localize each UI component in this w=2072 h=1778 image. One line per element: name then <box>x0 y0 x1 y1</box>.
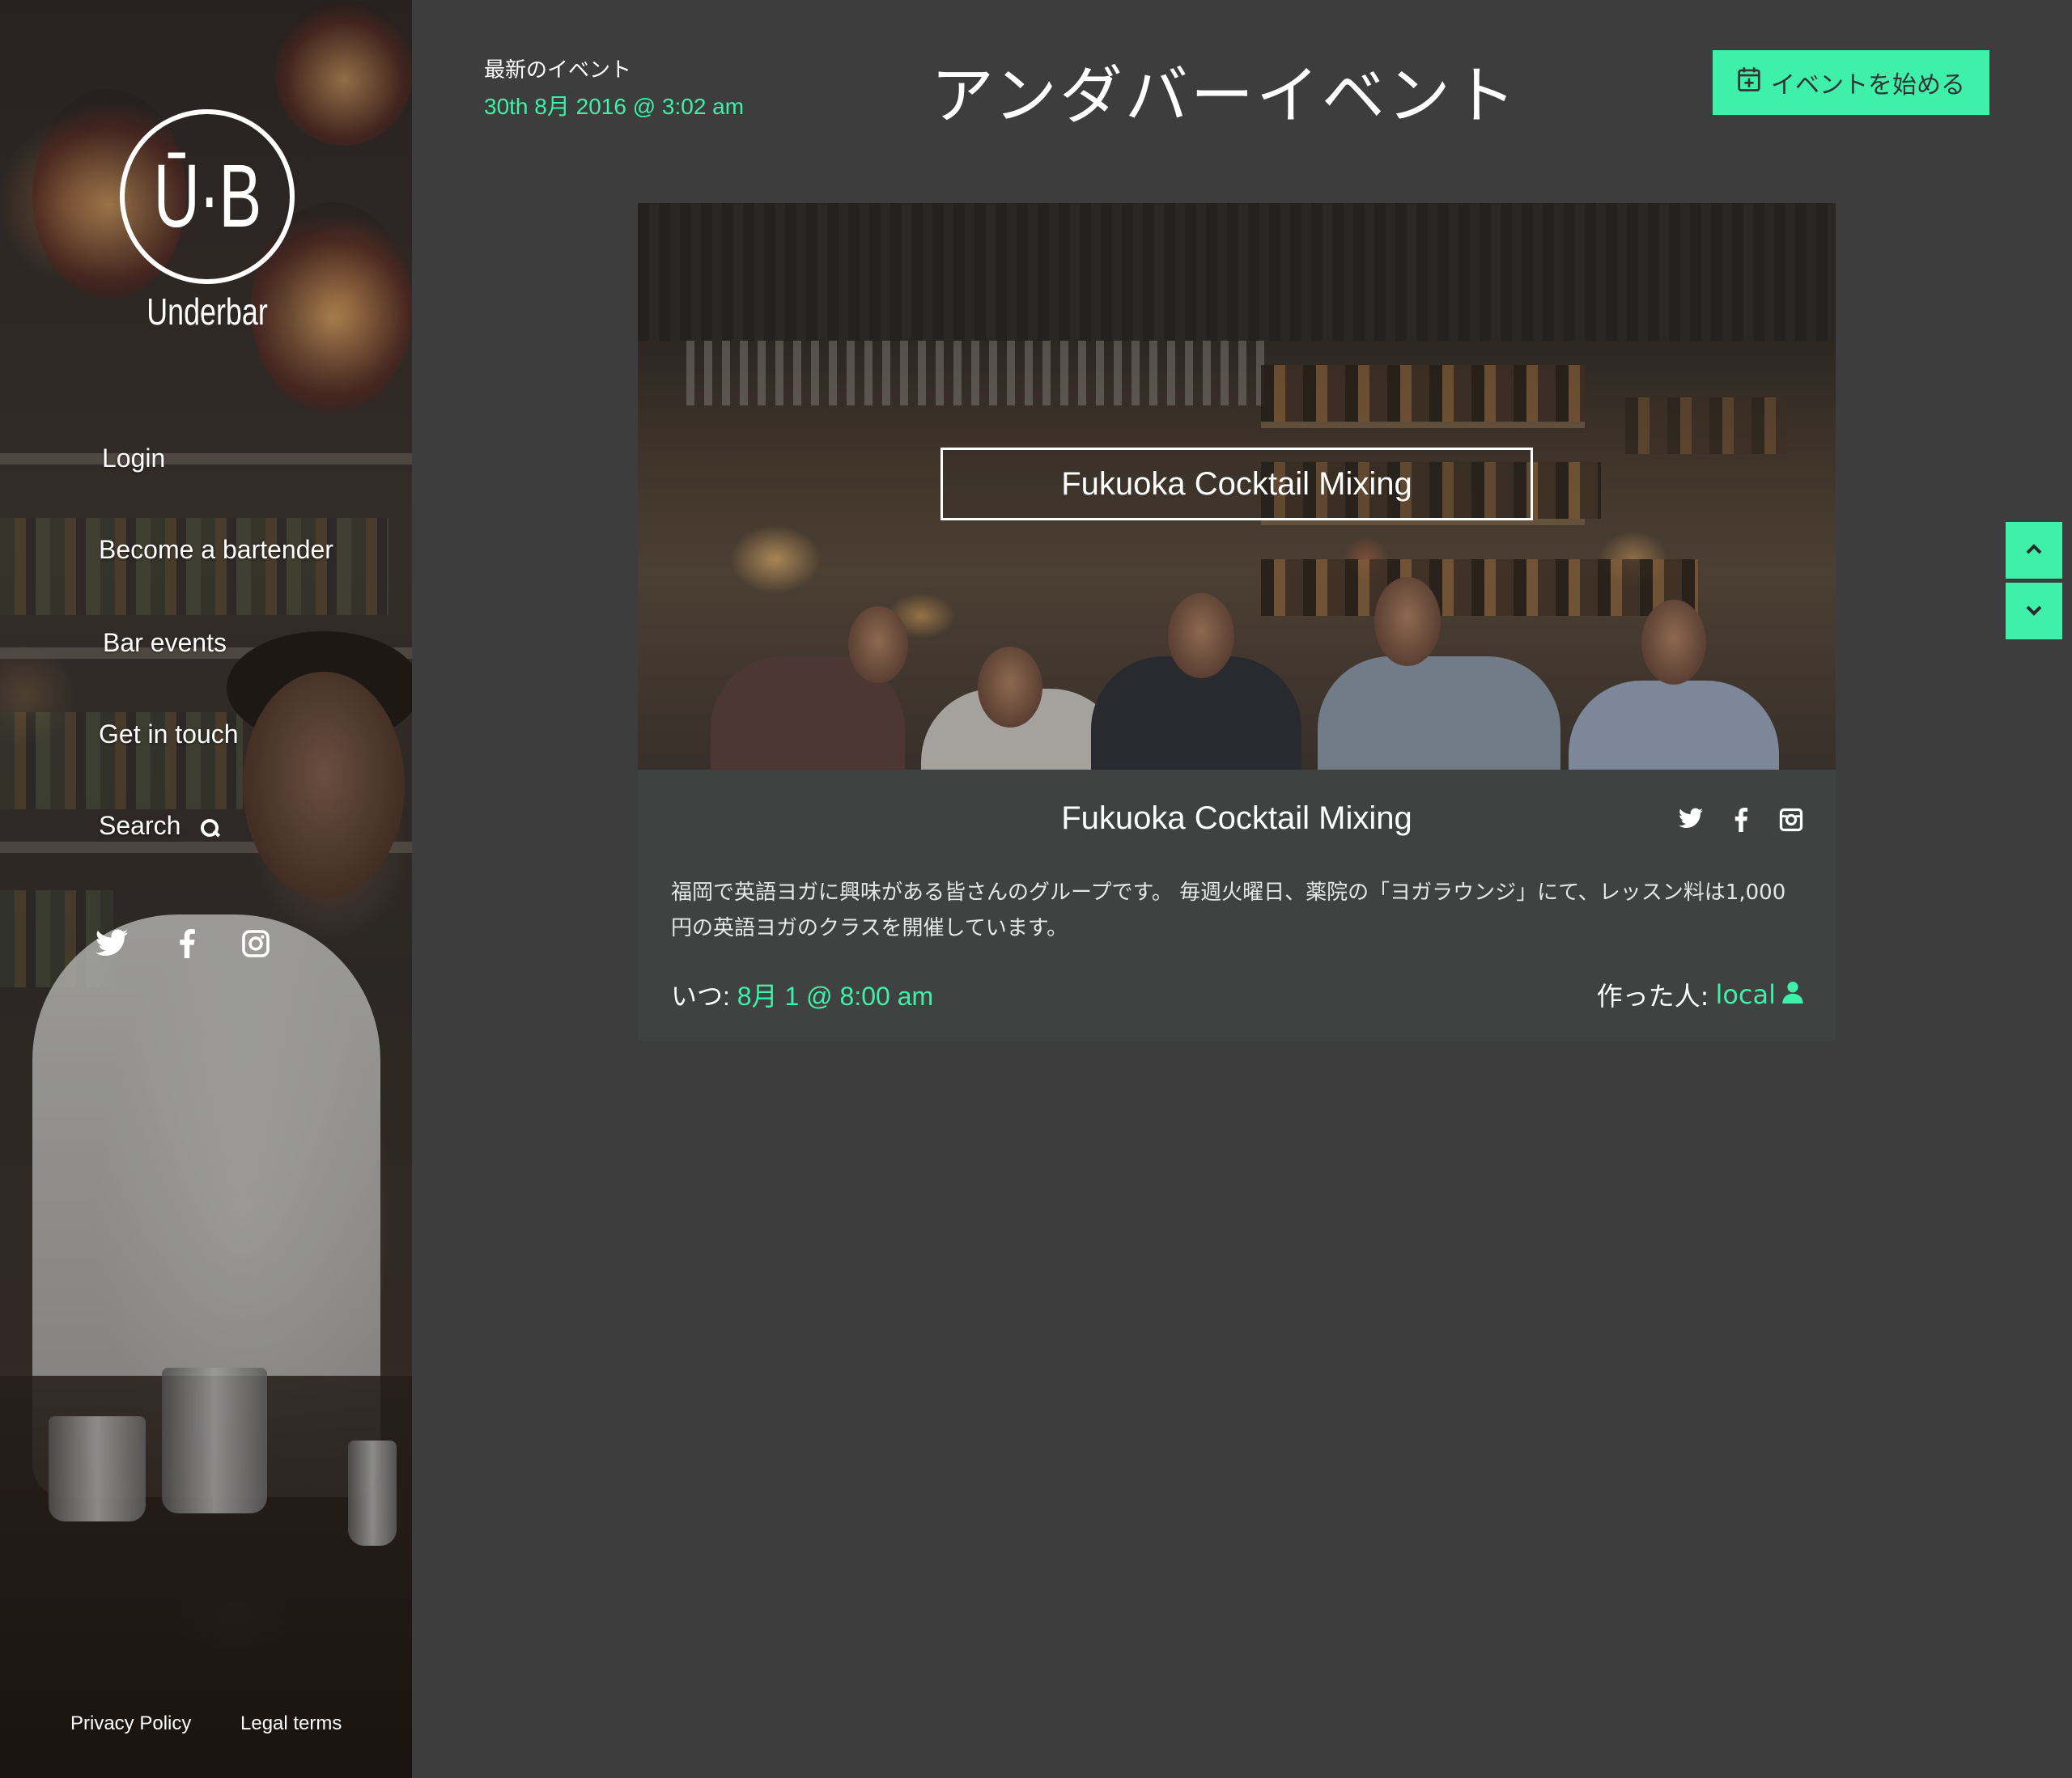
latest-event-label: 最新のイベント <box>484 58 632 83</box>
event-image-title: Fukuoka Cocktail Mixing <box>940 448 1533 520</box>
nav-become-bartender[interactable]: Become a bartender <box>99 535 333 565</box>
event-card: Fukuoka Cocktail Mixing Fukuoka Cocktail… <box>638 203 1836 1041</box>
nav-search-label: Search <box>99 811 181 840</box>
scroll-up-button[interactable] <box>2006 522 2062 579</box>
facebook-icon[interactable] <box>178 929 210 961</box>
nav-bar-events[interactable]: Bar events <box>103 628 227 658</box>
instagram-icon[interactable] <box>1779 808 1805 834</box>
event-when-label: いつ: <box>671 982 730 1011</box>
privacy-policy-link[interactable]: Privacy Policy <box>70 1712 191 1735</box>
twitter-icon[interactable] <box>96 929 128 961</box>
chevron-down-icon <box>2025 604 2043 619</box>
event-when: いつ: 8月 1 @ 8:00 am <box>671 976 933 1013</box>
start-event-button[interactable]: イベントを始める <box>1713 50 1989 115</box>
start-event-label: イベントを始める <box>1771 71 1965 100</box>
nav-get-in-touch[interactable]: Get in touch <box>99 719 239 749</box>
event-title[interactable]: Fukuoka Cocktail Mixing <box>638 800 1836 837</box>
user-icon <box>1782 979 1803 1010</box>
instagram-icon[interactable] <box>241 929 274 961</box>
sidebar: Ū·B Underbar Login Become a bartender Ba… <box>0 0 412 1778</box>
search-icon <box>200 818 219 838</box>
event-description: 福岡で英語ヨガに興味がある皆さんのグループです。 毎週火曜日、薬院の「ヨガラウン… <box>671 881 1786 940</box>
legal-terms-link[interactable]: Legal terms <box>240 1712 342 1735</box>
nav-login[interactable]: Login <box>102 443 165 473</box>
scroll-down-button[interactable] <box>2006 583 2062 639</box>
event-when-value: 8月 1 @ 8:00 am <box>737 982 934 1011</box>
brand-name: Underbar <box>146 291 268 333</box>
event-creator-link[interactable]: local <box>1715 979 1776 1010</box>
chevron-up-icon <box>2025 543 2043 558</box>
latest-event-date[interactable]: 30th 8月 2016 @ 3:02 am <box>484 89 744 121</box>
nav-search[interactable]: Search <box>99 811 219 841</box>
event-creator-label: 作った人: <box>1596 981 1709 1012</box>
twitter-icon[interactable] <box>1679 808 1705 834</box>
facebook-icon[interactable] <box>1734 808 1760 834</box>
calendar-plus-icon <box>1737 66 1761 99</box>
logo-mark: Ū·B <box>153 146 262 246</box>
event-image[interactable]: Fukuoka Cocktail Mixing <box>638 203 1836 770</box>
event-creator: 作った人: local <box>1597 976 1803 1013</box>
page-title: アンダバーイベント <box>931 60 1518 133</box>
logo[interactable]: Ū·B <box>120 109 295 284</box>
